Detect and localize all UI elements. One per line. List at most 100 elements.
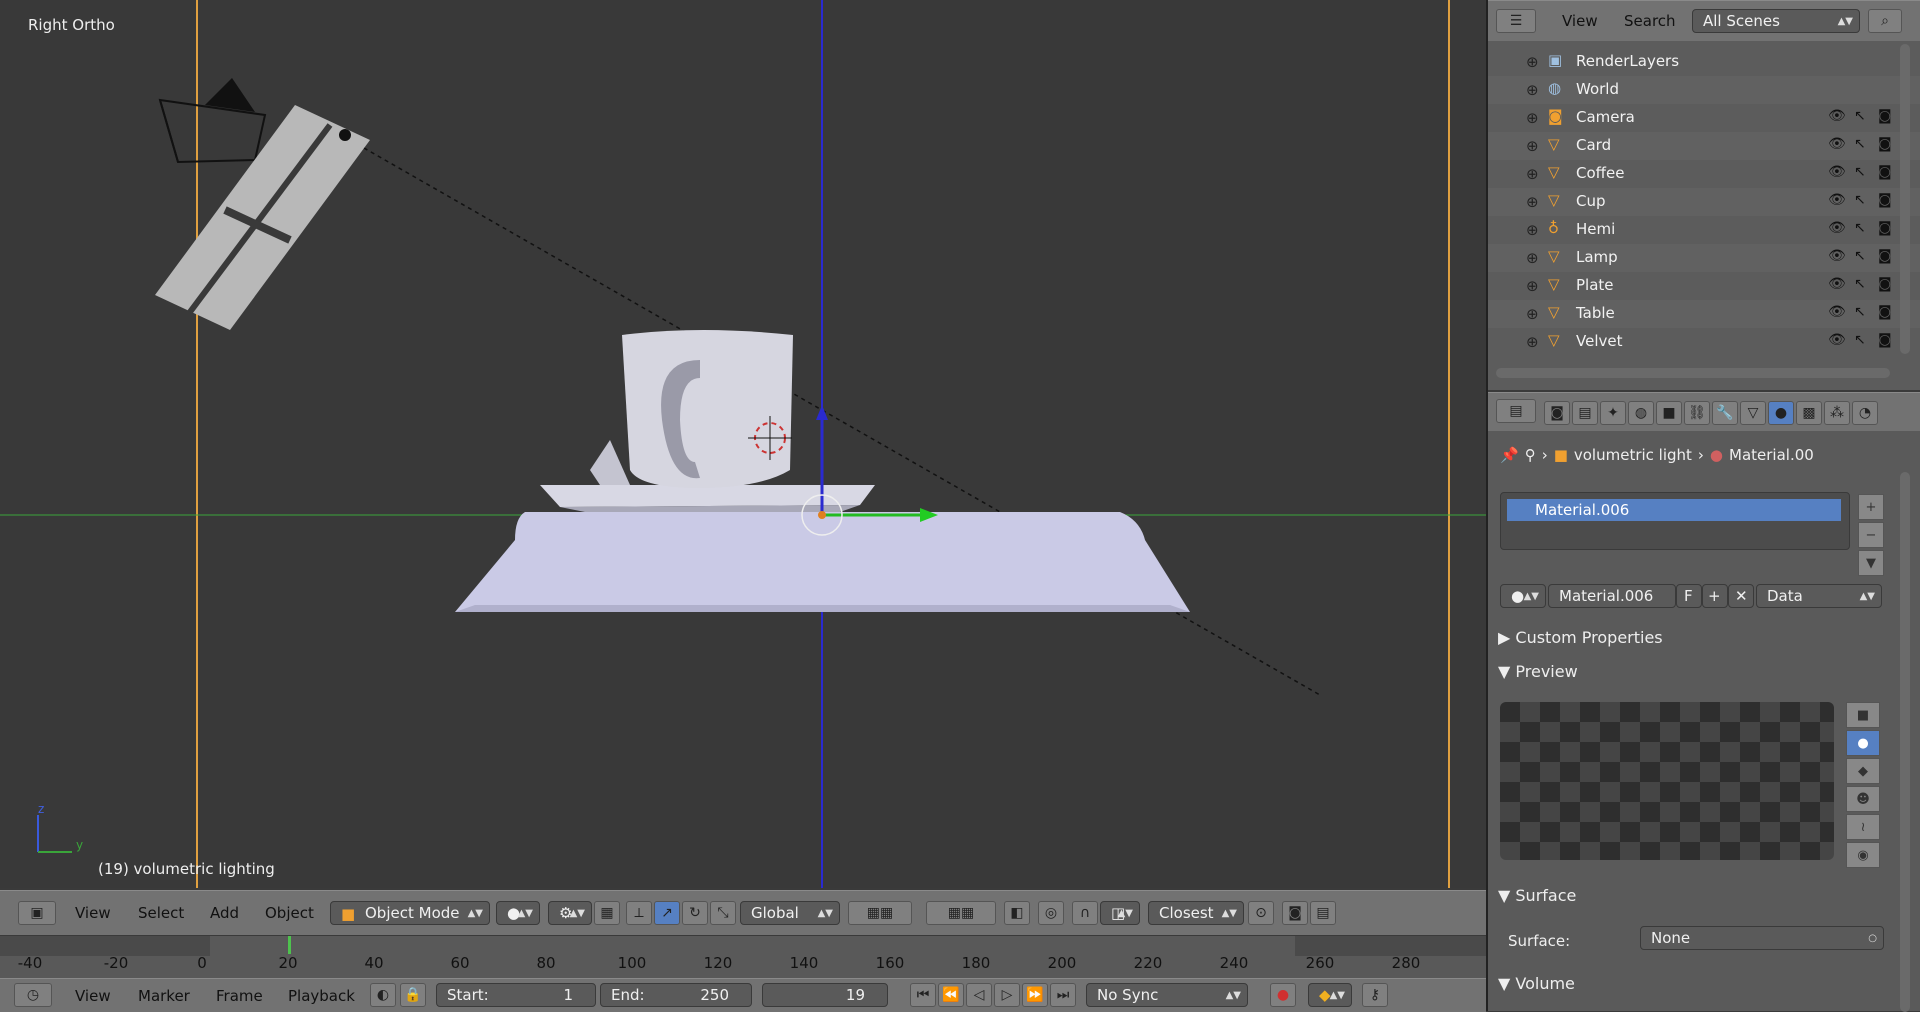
expand-icon[interactable]: ⊕ — [1526, 333, 1539, 351]
physics-tab-icon[interactable]: ◔ — [1852, 401, 1878, 425]
expand-icon[interactable]: ⊕ — [1526, 109, 1539, 127]
orientation-dropdown[interactable]: Global ▲▼ — [740, 901, 840, 925]
properties-scrollbar[interactable] — [1900, 472, 1910, 1012]
menu-marker[interactable]: Marker — [138, 979, 190, 1012]
outliner-item-plate[interactable]: ⊕ ▽ Plate 👁 ↖ ◙ — [1488, 272, 1920, 300]
outliner-item-coffee[interactable]: ⊕ ▽ Coffee 👁 ↖ ◙ — [1488, 160, 1920, 188]
material-slot-selected[interactable]: Material.006 — [1507, 499, 1841, 521]
volume-panel[interactable]: ▼ Volume — [1498, 974, 1575, 993]
properties-editor-icon[interactable]: ▤ — [1496, 399, 1536, 423]
outliner-item-cup[interactable]: ⊕ ▽ Cup 👁 ↖ ◙ — [1488, 188, 1920, 216]
surface-panel[interactable]: ▼ Surface — [1498, 886, 1576, 905]
keying-icon[interactable]: ⚷ — [1362, 983, 1388, 1007]
outliner-item-table[interactable]: ⊕ ▽ Table 👁 ↖ ◙ — [1488, 300, 1920, 328]
preview-monkey-icon[interactable]: ☻ — [1846, 786, 1880, 812]
new-material-icon[interactable]: + — [1702, 584, 1728, 608]
object-tab-icon[interactable]: ■ — [1656, 401, 1682, 425]
menu-playback[interactable]: Playback — [288, 979, 355, 1012]
material-slots-list[interactable]: Material.006 — [1500, 492, 1850, 550]
start-frame-field[interactable]: Start: 1 — [436, 983, 596, 1007]
add-slot-button[interactable]: + — [1858, 494, 1884, 520]
material-name-field[interactable]: Material.006 — [1548, 584, 1676, 608]
render-icon[interactable]: ◙ — [1878, 304, 1892, 320]
outliner-editor-icon[interactable]: ☰ — [1496, 9, 1536, 33]
render-layers-tab-icon[interactable]: ▤ — [1572, 401, 1598, 425]
outliner-menu-view[interactable]: View — [1562, 1, 1598, 41]
layer-grid-2[interactable]: ▦▦ — [926, 901, 996, 925]
preview-sphere-icon[interactable]: ● — [1846, 730, 1880, 756]
play-icon[interactable]: ▷ — [994, 983, 1020, 1007]
3d-viewport[interactable]: Right Ortho z y (19) volumetric lighting — [0, 0, 1486, 888]
outliner-item-camera[interactable]: ⊕ ◙ Camera 👁 ↖ ◙ — [1488, 104, 1920, 132]
translate-icon[interactable]: ↗ — [654, 901, 680, 925]
preview-flat-icon[interactable]: ■ — [1846, 702, 1880, 728]
render-icon[interactable]: ◙ — [1878, 164, 1892, 180]
render-tab-icon[interactable]: ◙ — [1544, 401, 1570, 425]
proportional-edit-icon[interactable]: ◎ — [1038, 901, 1064, 925]
render-anim-icon[interactable]: ▤ — [1310, 901, 1336, 925]
expand-icon[interactable]: ⊕ — [1526, 277, 1539, 295]
render-still-icon[interactable]: ◙ — [1282, 901, 1308, 925]
texture-tab-icon[interactable]: ▩ — [1796, 401, 1822, 425]
outliner-menu-search[interactable]: Search — [1624, 1, 1676, 41]
cursor-icon[interactable]: ↖ — [1854, 220, 1866, 236]
scene-filter-dropdown[interactable]: All Scenes ▲▼ — [1692, 9, 1860, 33]
scale-icon[interactable]: ⤡ — [710, 901, 736, 925]
pin-icon[interactable]: 📌 — [1500, 446, 1519, 464]
expand-icon[interactable]: ⊕ — [1526, 165, 1539, 183]
shading-dropdown[interactable]: ● ▲▼ — [496, 901, 540, 925]
pivot-dropdown[interactable]: ⚙ ▲▼ — [548, 901, 592, 925]
editor-type-button[interactable]: ▣ — [18, 901, 56, 925]
particles-tab-icon[interactable]: ⁂ — [1824, 401, 1850, 425]
material-browse-dropdown[interactable]: ● ▲▼ — [1500, 584, 1546, 608]
render-icon[interactable]: ◙ — [1878, 220, 1892, 236]
eye-icon[interactable]: 👁 — [1828, 108, 1846, 124]
eye-icon[interactable]: 👁 — [1828, 248, 1846, 264]
outliner-scrollbar[interactable] — [1900, 44, 1910, 354]
expand-icon[interactable]: ⊕ — [1526, 81, 1539, 99]
timeline-editor-icon[interactable]: ◷ — [14, 983, 52, 1007]
outliner-item-world[interactable]: ⊕ ◍ World — [1488, 76, 1920, 104]
cursor-icon[interactable]: ↖ — [1854, 332, 1866, 348]
expand-icon[interactable]: ⊕ — [1526, 137, 1539, 155]
preview-hair-icon[interactable]: ≀ — [1846, 814, 1880, 840]
layers-toggle-icon[interactable]: ▦ — [594, 901, 620, 925]
viewport-canvas[interactable] — [0, 0, 1486, 888]
preview-cube-icon[interactable]: ◆ — [1846, 758, 1880, 784]
prev-keyframe-icon[interactable]: ⏪ — [938, 983, 964, 1007]
preview-panel[interactable]: ▼ Preview — [1498, 662, 1578, 681]
eye-icon[interactable]: 👁 — [1828, 192, 1846, 208]
custom-properties-panel[interactable]: ▶ Custom Properties — [1498, 628, 1663, 647]
material-tab-icon[interactable]: ● — [1768, 401, 1794, 425]
outliner-item-velvet[interactable]: ⊕ ▽ Velvet 👁 ↖ ◙ — [1488, 328, 1920, 356]
rotate-icon[interactable]: ↻ — [682, 901, 708, 925]
eye-icon[interactable]: 👁 — [1828, 276, 1846, 292]
menu-view-timeline[interactable]: View — [75, 979, 111, 1012]
eye-icon[interactable]: 👁 — [1828, 136, 1846, 152]
eye-icon[interactable]: 👁 — [1828, 220, 1846, 236]
menu-frame[interactable]: Frame — [216, 979, 263, 1012]
data-tab-icon[interactable]: ▽ — [1740, 401, 1766, 425]
manipulator-icon[interactable]: ⟂ — [626, 901, 652, 925]
record-icon[interactable]: ● — [1270, 983, 1296, 1007]
snap-align-icon[interactable]: ⊙ — [1248, 901, 1274, 925]
current-frame-marker[interactable] — [288, 936, 291, 954]
cursor-icon[interactable]: ↖ — [1854, 164, 1866, 180]
fake-user-button[interactable]: F — [1676, 584, 1702, 608]
cursor-icon[interactable]: ↖ — [1854, 192, 1866, 208]
timeline[interactable]: -40 -20 0 20 40 60 80 100 120 140 160 180 200 220 240 2… — [0, 936, 1486, 978]
cursor-icon[interactable]: ↖ — [1854, 136, 1866, 152]
snap-element-dropdown[interactable]: ◫ ▲▼ — [1100, 901, 1140, 925]
expand-icon[interactable]: ⊕ — [1526, 221, 1539, 239]
unlink-material-icon[interactable]: ✕ — [1728, 584, 1754, 608]
menu-add[interactable]: Add — [210, 891, 239, 935]
render-icon[interactable]: ◙ — [1878, 276, 1892, 292]
world-tab-icon[interactable]: ◍ — [1628, 401, 1654, 425]
render-icon[interactable]: ◙ — [1878, 108, 1892, 124]
snap-icon[interactable]: ∩ — [1072, 901, 1098, 925]
remove-slot-button[interactable]: − — [1858, 522, 1884, 548]
sync-dropdown[interactable]: No Sync ▲▼ — [1086, 983, 1248, 1007]
jump-end-icon[interactable]: ⏭ — [1050, 983, 1076, 1007]
link-mode-dropdown[interactable]: Data ▲▼ — [1756, 584, 1882, 608]
render-icon[interactable]: ◙ — [1878, 332, 1892, 348]
